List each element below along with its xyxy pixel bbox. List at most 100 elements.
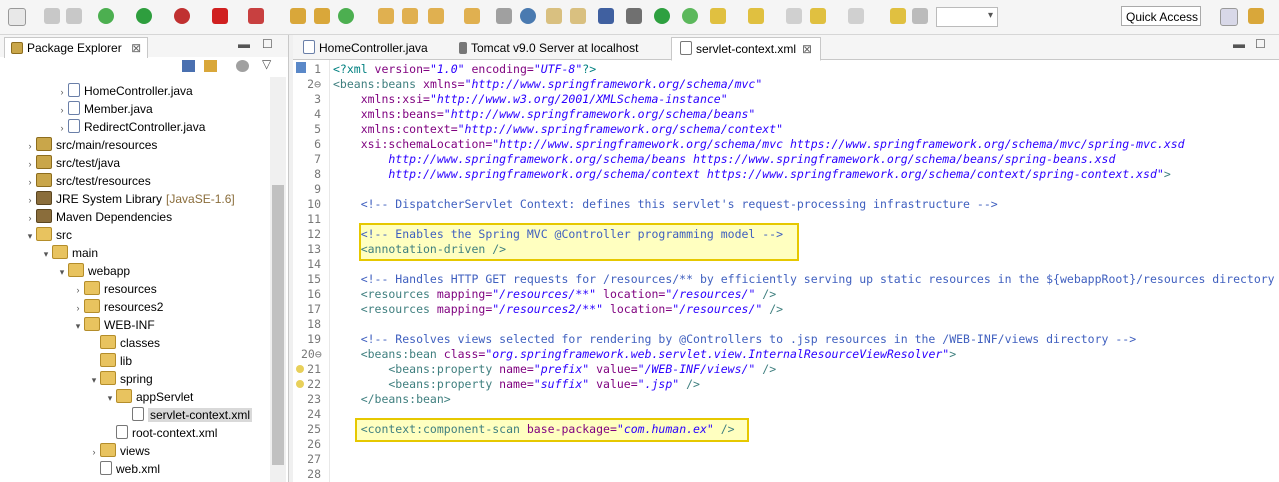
code-line[interactable] xyxy=(333,182,1277,197)
tree-item[interactable]: › JRE System Library [JavaSE-1.6] xyxy=(24,190,235,208)
code-line[interactable] xyxy=(333,257,1277,272)
quick-access-input[interactable]: Quick Access xyxy=(1121,6,1201,26)
tree-item[interactable]: › resources xyxy=(72,280,157,298)
spring-icon[interactable] xyxy=(682,8,698,24)
grid-icon[interactable] xyxy=(912,8,928,24)
collapsed-chevron-icon[interactable]: › xyxy=(56,83,68,101)
tree-item[interactable]: ▾ WEB-INF xyxy=(72,316,155,334)
tree-item[interactable]: › Maven Dependencies xyxy=(24,208,172,226)
open-task-icon[interactable] xyxy=(402,8,418,24)
deploy-icon[interactable] xyxy=(248,8,264,24)
code-line[interactable] xyxy=(333,212,1277,227)
code-line[interactable]: <context:component-scan base-package="co… xyxy=(333,422,1277,437)
annotation-icon[interactable] xyxy=(496,8,512,24)
next-annotation-icon[interactable] xyxy=(710,8,726,24)
last-edit-icon[interactable] xyxy=(786,8,802,24)
tab-home-controller[interactable]: HomeController.java xyxy=(295,37,436,59)
open-type-icon[interactable] xyxy=(378,8,394,24)
open-folder-icon[interactable] xyxy=(464,8,480,24)
edit-icon[interactable] xyxy=(546,8,562,24)
tree-item[interactable]: ▾ spring xyxy=(88,370,153,388)
close-icon[interactable]: ⊠ xyxy=(131,41,141,55)
code-line[interactable] xyxy=(333,467,1277,482)
new-icon[interactable] xyxy=(8,8,26,26)
open-perspective-icon[interactable] xyxy=(1220,8,1238,26)
code-line[interactable]: http://www.springframework.org/schema/be… xyxy=(333,152,1277,167)
code-line[interactable]: <beans:property name="suffix" value=".js… xyxy=(333,377,1277,392)
minimize-icon[interactable]: ▬ xyxy=(238,37,250,51)
back-icon[interactable] xyxy=(810,8,826,24)
code-line[interactable]: <!-- Enables the Spring MVC @Controller … xyxy=(333,227,1277,242)
collapsed-chevron-icon[interactable]: › xyxy=(24,137,36,155)
code-line[interactable]: <resources mapping="/resources/**" locat… xyxy=(333,287,1277,302)
tree-item[interactable]: web.xml xyxy=(88,460,160,478)
code-line[interactable]: xmlns:xsi="http://www.w3.org/2001/XMLSch… xyxy=(333,92,1277,107)
tree-item[interactable]: lib xyxy=(88,352,132,370)
collapsed-chevron-icon[interactable]: › xyxy=(56,119,68,137)
web-browser-icon[interactable] xyxy=(520,8,536,24)
tree-item[interactable]: ▾ appServlet xyxy=(104,388,193,406)
new-class-icon[interactable] xyxy=(338,8,354,24)
tree-item[interactable]: › HomeController.java xyxy=(56,82,193,100)
new-java-project-icon[interactable] xyxy=(290,8,306,24)
collapsed-chevron-icon[interactable]: › xyxy=(24,191,36,209)
minimize-icon[interactable]: ▬ xyxy=(1233,37,1245,51)
expanded-chevron-icon[interactable]: ▾ xyxy=(24,227,36,245)
tree-item[interactable]: ▾ src xyxy=(24,226,72,244)
tab-tomcat-server[interactable]: Tomcat v9.0 Server at localhost xyxy=(451,37,646,59)
code-line[interactable]: <resources mapping="/resources2/**" loca… xyxy=(333,302,1277,317)
collapsed-chevron-icon[interactable]: › xyxy=(72,299,84,317)
expanded-chevron-icon[interactable]: ▾ xyxy=(88,371,100,389)
view-menu-icon[interactable]: ▽ xyxy=(262,57,271,71)
expanded-chevron-icon[interactable]: ▾ xyxy=(56,263,68,281)
code-line[interactable]: xmlns:beans="http://www.springframework.… xyxy=(333,107,1277,122)
scrollbar-thumb[interactable] xyxy=(272,185,284,465)
code-line[interactable]: <!-- Handles HTTP GET requests for /reso… xyxy=(333,272,1277,287)
collapsed-chevron-icon[interactable]: › xyxy=(88,443,100,461)
tree-item[interactable]: root-context.xml xyxy=(104,424,217,442)
collapsed-chevron-icon[interactable]: › xyxy=(24,209,36,227)
toggle-mark-icon[interactable] xyxy=(570,8,586,24)
tree-item[interactable]: › src/main/resources xyxy=(24,136,157,154)
toolbar-combo[interactable]: ▾ xyxy=(936,7,998,27)
code-line[interactable]: <!-- Resolves views selected for renderi… xyxy=(333,332,1277,347)
tree-item[interactable]: ▾ main xyxy=(40,244,98,262)
save-icon[interactable] xyxy=(44,8,60,24)
xml-source-editor[interactable]: 1 <?xml version="1.0" encoding="UTF-8"?> 2… xyxy=(293,60,1279,482)
code-line[interactable]: <annotation-driven /> xyxy=(333,242,1277,257)
code-line[interactable] xyxy=(333,452,1277,467)
collapsed-chevron-icon[interactable]: › xyxy=(72,281,84,299)
focus-icon[interactable] xyxy=(236,60,249,72)
code-line[interactable] xyxy=(333,317,1277,332)
expanded-chevron-icon[interactable]: ▾ xyxy=(104,389,116,407)
collapsed-chevron-icon[interactable]: › xyxy=(24,155,36,173)
previous-annotation-icon[interactable] xyxy=(748,8,764,24)
console-icon[interactable] xyxy=(598,8,614,24)
start-server-icon[interactable] xyxy=(654,8,670,24)
code-line[interactable]: <!-- DispatcherServlet Context: defines … xyxy=(333,197,1277,212)
package-explorer-tab[interactable]: Package Explorer ⊠ xyxy=(4,37,149,58)
close-icon[interactable]: ⊠ xyxy=(802,42,812,56)
tree-item[interactable]: classes xyxy=(88,334,160,352)
debug-icon[interactable] xyxy=(98,8,114,24)
maximize-icon[interactable]: ☐ xyxy=(1255,37,1266,51)
code-line[interactable]: xsi:schemaLocation="http://www.springfra… xyxy=(333,137,1277,152)
tree-item[interactable]: › RedirectController.java xyxy=(56,118,205,136)
save-all-icon[interactable] xyxy=(66,8,82,24)
code-line[interactable]: </beans:bean> xyxy=(333,392,1277,407)
code-line[interactable]: xmlns:context="http://www.springframewor… xyxy=(333,122,1277,137)
tree-item[interactable]: › src/test/resources xyxy=(24,172,151,190)
link-with-editor-icon[interactable] xyxy=(204,60,217,72)
collapsed-chevron-icon[interactable]: › xyxy=(24,173,36,191)
tree-item[interactable]: › src/test/java xyxy=(24,154,120,172)
tree-item[interactable]: › views xyxy=(88,442,150,460)
code-line[interactable] xyxy=(333,407,1277,422)
code-line[interactable]: <?xml version="1.0" encoding="UTF-8"?> xyxy=(333,62,1277,77)
java-ee-perspective-icon[interactable] xyxy=(1248,8,1264,24)
tree-item[interactable]: › resources2 xyxy=(72,298,163,316)
run-external-tools-icon[interactable] xyxy=(174,8,190,24)
forward-icon[interactable] xyxy=(848,8,864,24)
new-package-icon[interactable] xyxy=(314,8,330,24)
tree-scrollbar[interactable] xyxy=(270,77,286,482)
maximize-icon[interactable]: ☐ xyxy=(262,37,273,51)
